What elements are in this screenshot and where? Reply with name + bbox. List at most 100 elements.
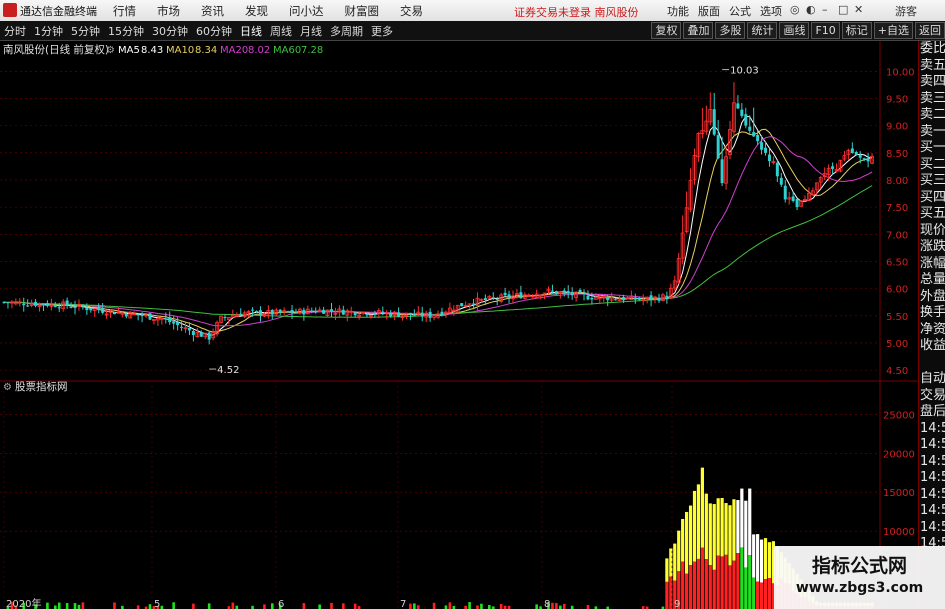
quote-label: 14:50	[920, 453, 945, 469]
candle-body	[341, 309, 345, 315]
menu-ask[interactable]: 问小达	[289, 3, 324, 19]
sub-chart-settings-icon[interactable]: ⚙	[3, 382, 12, 393]
candle-body	[89, 308, 93, 311]
candle-body	[483, 298, 487, 301]
indicator-bar	[46, 602, 49, 609]
indicator-bar	[172, 602, 175, 609]
minimize-icon[interactable]: –	[822, 3, 828, 16]
indicator-bar-lower	[720, 556, 724, 609]
indicator-bar	[409, 603, 412, 609]
candle-body	[649, 295, 653, 301]
indicator-bar	[136, 605, 140, 609]
candle-body	[41, 304, 45, 306]
tab-daily[interactable]: 日线	[236, 23, 266, 39]
chart-area[interactable]: 10.00 9.50 9.00 8.50 8.00 7.50 7.00 6.50 6.00 5.5…	[0, 41, 918, 609]
ma20-value: 8.02	[248, 45, 270, 56]
f10-button[interactable]: F10	[811, 22, 840, 39]
candle-body	[187, 327, 191, 331]
menu-function[interactable]: 功能	[667, 3, 689, 19]
indicator-bar	[559, 605, 562, 609]
candle-body	[472, 303, 476, 305]
candle-body	[491, 297, 495, 299]
statistics-button[interactable]: 统计	[747, 22, 778, 39]
menu-market[interactable]: 市场	[157, 3, 180, 19]
menu-quotes[interactable]: 行情	[113, 3, 136, 19]
price-annotations: 10.03 4.52	[209, 66, 759, 376]
tab-60min[interactable]: 60分钟	[192, 23, 236, 39]
menu-trade[interactable]: 交易	[400, 3, 423, 19]
ma20-label: MA20	[220, 45, 248, 56]
candle-body	[172, 321, 176, 324]
candle-body	[2, 301, 6, 303]
candle-body	[112, 312, 116, 315]
indicator-bar	[468, 602, 471, 609]
indicator-bar-upper	[756, 534, 760, 582]
indicator-bar-upper	[685, 511, 689, 574]
restore-rights-button[interactable]: 复权	[651, 22, 682, 39]
add-watchlist-button[interactable]: +自选	[873, 22, 913, 39]
tab-1min[interactable]: 1分钟	[30, 23, 67, 39]
chart-settings-icon[interactable]: ⚙	[106, 45, 115, 56]
guest-login[interactable]: 游客	[895, 3, 917, 19]
indicator-tick-label: 15000	[883, 488, 915, 499]
close-icon[interactable]: ✕	[854, 3, 863, 16]
menu-options[interactable]: 选项	[760, 3, 782, 19]
overlay-button[interactable]: 叠加	[683, 22, 714, 39]
indicator-bar	[586, 605, 590, 609]
period-tabs: 分时 1分钟 5分钟 15分钟 30分钟 60分钟 日线 周线 月线 多周期 更…	[0, 23, 397, 39]
multi-stock-button[interactable]: 多股	[715, 22, 746, 39]
candle-body	[69, 307, 73, 309]
tab-more[interactable]: 更多	[367, 23, 397, 39]
candle-body	[140, 314, 144, 317]
tab-5min[interactable]: 5分钟	[67, 23, 104, 39]
date-axis: 2020年 5 6 7 8 9	[3, 381, 680, 609]
date-tick-label: 5	[154, 599, 160, 609]
menu-news[interactable]: 资讯	[201, 3, 224, 19]
candle-body	[408, 312, 412, 316]
quote-label: 现价	[920, 222, 945, 238]
tab-multi-period[interactable]: 多周期	[326, 23, 367, 39]
indicator-bar	[448, 602, 452, 609]
menu-wealth[interactable]: 财富圈	[345, 3, 380, 19]
indicator-bars	[6, 467, 874, 609]
indicator-bar	[65, 603, 69, 609]
maximize-icon[interactable]: □	[838, 3, 848, 16]
menu-formula[interactable]: 公式	[729, 3, 751, 19]
date-tick-label: 7	[400, 599, 406, 609]
menu-layout[interactable]: 版面	[698, 3, 720, 19]
candle-body	[440, 311, 444, 315]
candle-body	[85, 307, 89, 311]
tab-monthly[interactable]: 月线	[296, 23, 326, 39]
indicator-bar-upper	[677, 530, 681, 572]
indicator-bar	[53, 605, 57, 609]
candle-body	[148, 313, 152, 320]
candle-body	[586, 295, 590, 300]
indicator-bar-lower	[685, 573, 689, 609]
indicator-bar-lower	[700, 547, 704, 609]
candle-body	[760, 142, 764, 150]
headset-icon[interactable]: ◎	[790, 3, 800, 16]
tab-intraday[interactable]: 分时	[0, 23, 30, 39]
draw-line-button[interactable]: 画线	[779, 22, 810, 39]
ma10-label: MA10	[166, 45, 194, 56]
trade-login-notice[interactable]: 证券交易未登录 南风股份	[514, 4, 639, 20]
quote-label: 卖四	[920, 74, 945, 89]
candle-body	[519, 292, 523, 299]
candle-body	[310, 310, 314, 312]
menu-discover[interactable]: 发现	[245, 3, 268, 19]
tab-15min[interactable]: 15分钟	[104, 23, 148, 39]
candle-body	[136, 314, 140, 316]
candle-body	[621, 297, 625, 301]
quote-label: 14:50	[920, 437, 945, 452]
back-button[interactable]: 返回	[915, 22, 945, 39]
mark-button[interactable]: 标记	[841, 22, 872, 39]
tab-30min[interactable]: 30分钟	[148, 23, 192, 39]
candle-body	[26, 305, 30, 307]
candle-body	[65, 300, 69, 306]
skin-icon[interactable]: ◐	[806, 3, 816, 16]
tab-weekly[interactable]: 周线	[266, 23, 296, 39]
candle-body	[389, 312, 393, 317]
candle-body	[428, 311, 432, 318]
indicator-bar-upper	[767, 542, 772, 579]
candle-body	[503, 292, 507, 296]
